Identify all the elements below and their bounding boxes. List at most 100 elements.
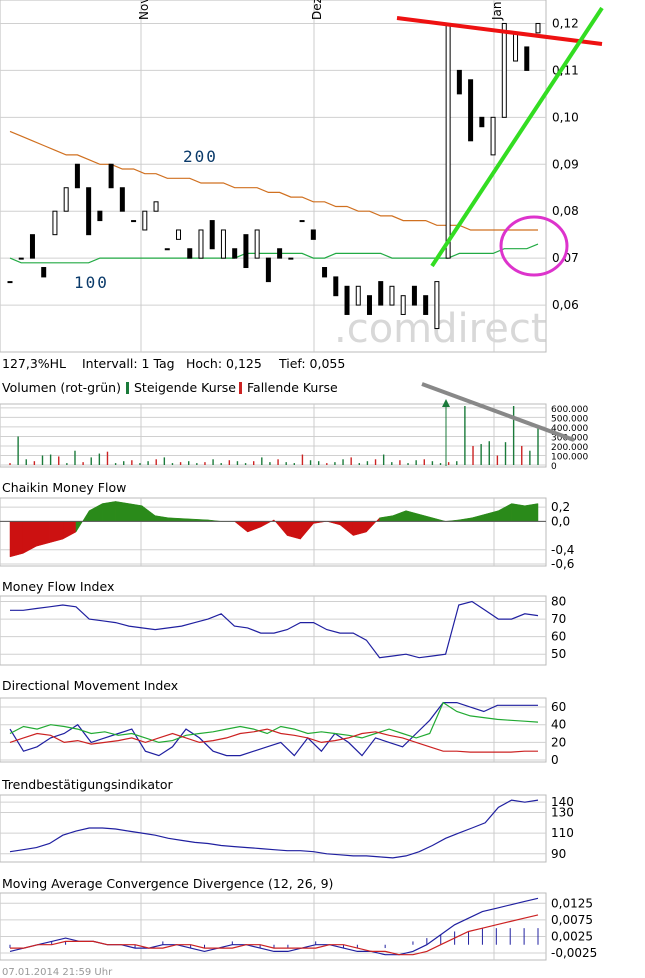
trend-panel: 14013011090 <box>0 794 574 863</box>
rising-swatch <box>126 382 129 394</box>
dmi-panel: 60 40 20 0 <box>0 697 566 767</box>
price-candle <box>63 187 69 212</box>
price-candle <box>299 220 305 223</box>
price-candle <box>220 229 226 259</box>
cmf-area <box>36 521 50 547</box>
price-candle <box>187 248 193 259</box>
cmf-title: Chaikin Money Flow <box>2 480 126 495</box>
macd-title: Moving Average Convergence Divergence (1… <box>2 876 333 891</box>
mfi-title: Money Flow Index <box>2 579 114 594</box>
price-candle <box>176 229 182 240</box>
y-tick-label: 60 <box>551 630 566 644</box>
month-label-nov: Nov <box>137 0 151 20</box>
price-y-tick: 0,06 <box>552 298 579 312</box>
price-y-tick: 0,10 <box>552 110 579 124</box>
cmf-area <box>49 521 64 543</box>
cmf-area <box>168 517 182 522</box>
price-candle <box>119 187 125 212</box>
price-candle <box>153 201 159 212</box>
price-candle <box>74 163 80 189</box>
price-candle <box>524 46 530 71</box>
y-tick-label: 0,2 <box>551 500 570 514</box>
cmf-area <box>102 501 116 522</box>
y-tick-label: 80 <box>551 595 566 609</box>
footer-timestamp: 07.01.2014 21:59 Uhr <box>2 967 113 978</box>
y-tick-label: 40 <box>551 718 566 732</box>
price-candle <box>434 281 440 330</box>
stats-interval: Intervall: 1 Tag <box>82 356 175 371</box>
volume-rising-label: Steigende Kurse <box>134 380 236 395</box>
price-y-tick: 0,08 <box>552 204 579 218</box>
y-tick-label: 0,0125 <box>551 896 593 910</box>
volume-title: Volumen (rot-grün) <box>2 380 121 395</box>
stats-range: 127,3%HL <box>2 356 66 371</box>
price-candle <box>97 210 103 222</box>
price-candle <box>164 248 170 251</box>
falling-swatch <box>239 382 242 394</box>
y-tick-label: -0,4 <box>551 543 574 557</box>
price-candle <box>243 234 249 269</box>
macd-panel: 0,0125 0,0075 0,0025 -0,0025 <box>0 892 597 961</box>
price-y-tick: 0,12 <box>552 16 579 30</box>
price-candle <box>456 69 462 95</box>
price-candle <box>277 248 283 259</box>
y-tick-label: 110 <box>551 826 574 840</box>
dmi-title: Directional Movement Index <box>2 678 178 693</box>
price-candle <box>490 116 496 156</box>
price-candle <box>108 163 114 189</box>
price-panel-frame <box>0 0 547 353</box>
y-tick-label: 130 <box>551 805 574 819</box>
cmf-panel: 0,20,0 -0,4-0,6 <box>0 497 574 571</box>
volume-falling-label: Fallende Kurse <box>247 380 338 395</box>
stats-high: Hoch: 0,125 <box>186 356 262 371</box>
price-candle <box>52 210 58 236</box>
y-tick-label: 200.000 <box>551 443 588 453</box>
price-candle <box>378 281 384 306</box>
price-candle <box>479 116 485 128</box>
price-candle <box>131 220 137 223</box>
y-tick-label: 0 <box>551 462 557 472</box>
price-candle <box>468 79 474 142</box>
stock-chart: .comdirect 0,060,070,080,090,100,110,12 … <box>0 0 604 978</box>
volume-arrow-head <box>442 399 450 407</box>
month-label-dez: Dez <box>310 0 324 20</box>
y-tick-label: 90 <box>551 847 566 861</box>
price-candle <box>366 295 372 315</box>
price-candle <box>288 257 294 260</box>
y-tick-label: 20 <box>551 735 566 749</box>
y-tick-label: 0,0025 <box>551 929 593 943</box>
price-candle <box>86 187 92 236</box>
price-panel: .comdirect 0,060,070,080,090,100,110,12 … <box>0 0 604 353</box>
panel-frame <box>0 497 547 567</box>
y-tick-label: 0,0 <box>551 514 570 528</box>
price-candle <box>411 285 417 306</box>
price-y-tick: 0,09 <box>552 157 579 171</box>
mfi-panel: 80 70 60 50 <box>0 595 566 666</box>
price-candle <box>344 285 350 315</box>
y-tick-label: 600.000 <box>551 405 588 415</box>
price-candle <box>400 295 406 315</box>
price-candle <box>310 229 316 240</box>
panel-frame <box>0 794 547 863</box>
price-candle <box>198 229 204 259</box>
price-candle <box>209 220 215 250</box>
cmf-area <box>128 503 143 522</box>
watermark: .comdirect <box>334 306 547 352</box>
y-tick-label: 500.000 <box>551 414 588 424</box>
y-tick-label: 0 <box>551 753 559 767</box>
price-candle <box>265 257 271 283</box>
price-candle <box>423 295 429 315</box>
price-candle <box>29 234 35 259</box>
price-candle <box>333 276 339 297</box>
price-candle <box>501 22 507 118</box>
ma100-label: 100 <box>74 273 109 292</box>
price-candle <box>254 229 260 259</box>
price-candle <box>535 22 541 34</box>
ma200-label: 200 <box>183 147 218 166</box>
y-tick-label: -0,6 <box>551 557 574 571</box>
cmf-area <box>115 501 130 522</box>
trend-title: Trendbestätigungsindikator <box>1 777 174 792</box>
y-tick-label: 70 <box>551 612 566 626</box>
price-candle <box>18 257 24 260</box>
panel-frame <box>0 403 547 468</box>
